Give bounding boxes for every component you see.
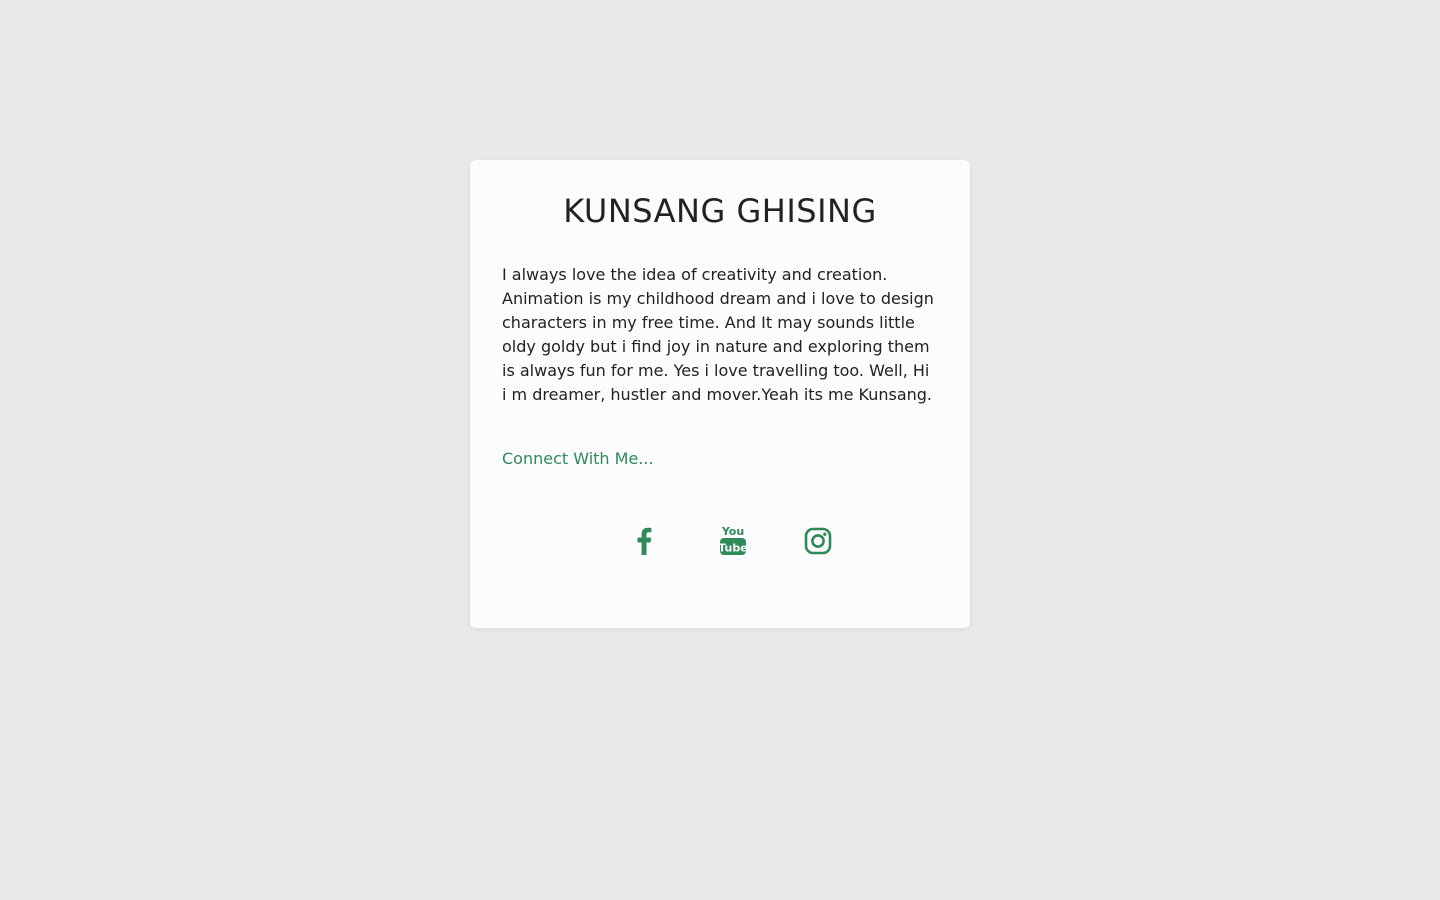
- youtube-icon-text-bottom: Tube: [719, 542, 747, 555]
- profile-name: KUNSANG GHISING: [563, 192, 877, 230]
- youtube-link[interactable]: You Tube: [716, 524, 750, 558]
- facebook-link[interactable]: [627, 524, 661, 558]
- social-links: You Tube: [470, 524, 970, 558]
- youtube-icon-text-top: You: [721, 525, 744, 538]
- profile-bio: I always love the idea of creativity and…: [502, 265, 934, 404]
- facebook-icon: [637, 527, 652, 555]
- profile-card: KUNSANG GHISING I always love the idea o…: [470, 160, 970, 628]
- connect-link[interactable]: Connect With Me...: [502, 447, 654, 471]
- instagram-link[interactable]: [801, 524, 835, 558]
- instagram-icon: [804, 527, 832, 555]
- youtube-icon: You Tube: [719, 525, 747, 555]
